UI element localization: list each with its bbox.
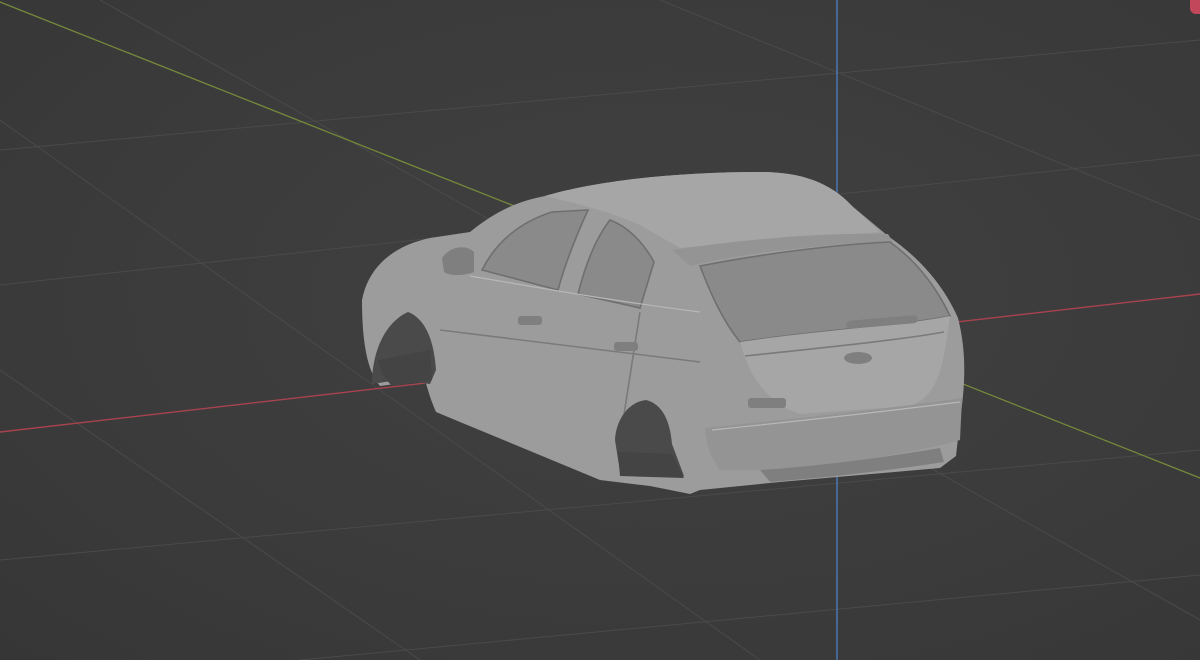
3d-viewport[interactable] [0, 0, 1200, 660]
grid-line [299, 574, 1200, 660]
viewport-canvas[interactable] [0, 0, 1200, 660]
model-badge [748, 398, 786, 408]
door-handle [614, 342, 638, 351]
axis-gizmo-icon[interactable] [1190, 0, 1200, 14]
door-handle [518, 316, 542, 325]
grid-line [0, 39, 1200, 151]
car-body-mesh[interactable] [362, 172, 965, 494]
emblem [844, 352, 872, 364]
grid-line [0, 369, 421, 660]
